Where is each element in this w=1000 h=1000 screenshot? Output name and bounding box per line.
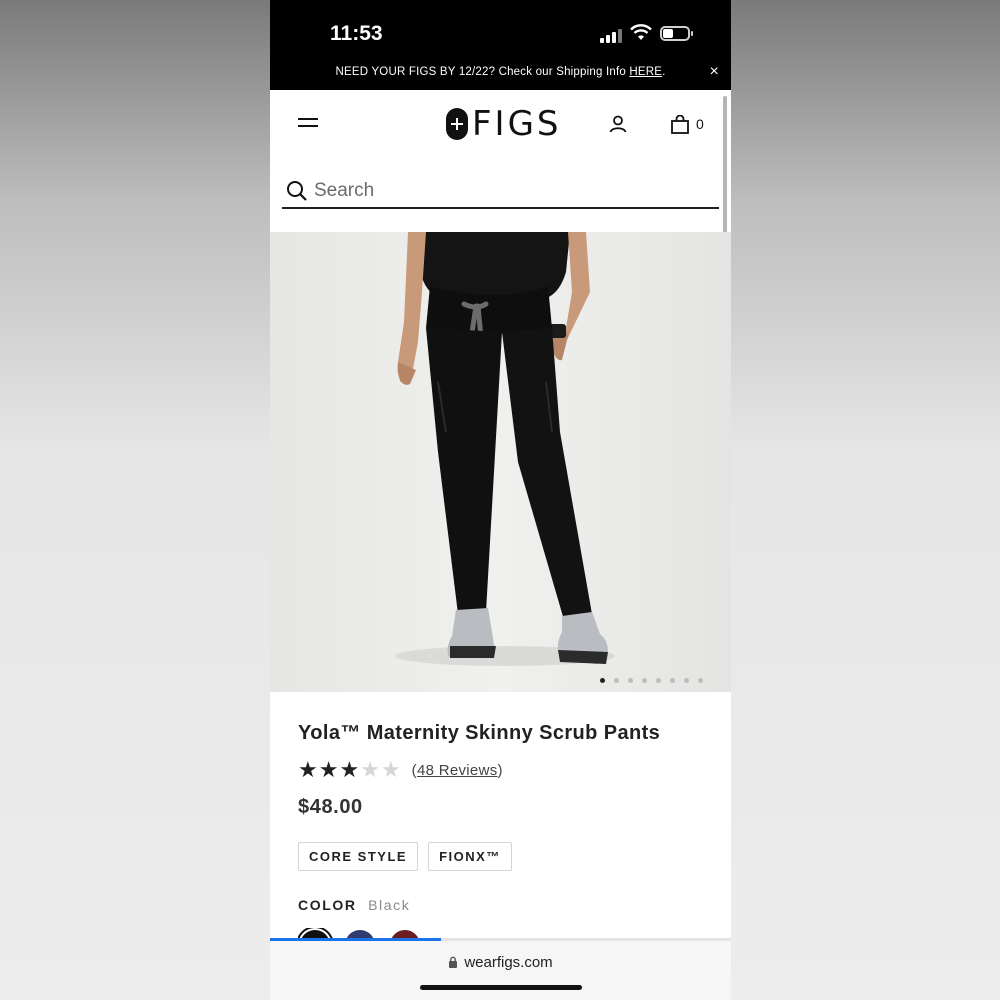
browser-address-bar[interactable]: wearfigs.com <box>270 941 731 1000</box>
search-icon <box>287 181 307 201</box>
carousel-dot[interactable] <box>656 678 661 683</box>
url-display[interactable]: wearfigs.com <box>270 954 731 971</box>
lock-icon <box>449 956 458 968</box>
site-header: FIGS 0 <box>270 90 731 162</box>
carousel-dot[interactable] <box>628 678 633 683</box>
search-input[interactable] <box>314 177 704 205</box>
signal-icon <box>600 27 624 43</box>
hamburger-menu-icon[interactable] <box>298 118 318 132</box>
star-icon: ★ <box>360 757 380 782</box>
carousel-dot[interactable] <box>698 678 703 683</box>
promo-text: NEED YOUR FIGS BY 12/22? Check our Shipp… <box>270 62 731 82</box>
color-selector-label: COLOR Black <box>298 897 410 913</box>
star-icon: ★ <box>339 757 360 782</box>
star-icon: ★ <box>298 757 318 782</box>
tag-core-style[interactable]: CORE STYLE <box>298 842 419 871</box>
search-bar[interactable] <box>282 175 719 209</box>
product-title: Yola™ Maternity Skinny Scrub Pants <box>298 722 661 744</box>
carousel-dots[interactable] <box>600 678 703 683</box>
reviews-count[interactable]: 48 Reviews <box>417 762 498 779</box>
url-text: wearfigs.com <box>464 954 553 971</box>
figs-logo-mark <box>446 108 468 140</box>
reviews-link[interactable]: (48 Reviews) <box>412 762 503 779</box>
home-indicator[interactable] <box>420 985 582 990</box>
carousel-dot[interactable] <box>670 678 675 683</box>
rating-stars: ★ ★ ★ ★ ★ <box>298 758 402 782</box>
carousel-dot[interactable] <box>600 678 605 683</box>
wifi-icon <box>630 24 652 40</box>
color-label: COLOR <box>298 897 357 913</box>
product-rating: ★ ★ ★ ★ ★ (48 Reviews) <box>298 758 503 782</box>
battery-icon <box>660 26 693 41</box>
phone-screen: 11:53 NEED YOUR FIGS BY 12/22? Check our… <box>270 0 731 1000</box>
promo-banner: NEED YOUR FIGS BY 12/22? Check our Shipp… <box>270 62 731 90</box>
product-photo-model <box>270 232 731 692</box>
carousel-dot[interactable] <box>614 678 619 683</box>
status-bar: 11:53 <box>270 0 731 62</box>
star-icon: ★ <box>318 757 339 782</box>
product-image[interactable] <box>270 232 731 692</box>
status-time: 11:53 <box>330 22 383 45</box>
color-value: Black <box>368 897 411 913</box>
carousel-dot[interactable] <box>642 678 647 683</box>
close-icon[interactable]: × <box>709 62 719 82</box>
shipping-info-link[interactable]: HERE <box>629 66 662 78</box>
carousel-dot[interactable] <box>684 678 689 683</box>
logo-text: FIGS <box>472 104 562 144</box>
star-icon: ★ <box>380 757 401 782</box>
promo-tail: . <box>662 66 666 78</box>
tag-fionx[interactable]: FIONX™ <box>428 842 512 871</box>
cart-count: 0 <box>696 116 704 132</box>
promo-message: NEED YOUR FIGS BY 12/22? Check our Shipp… <box>335 66 630 78</box>
shopping-bag-icon[interactable] <box>670 115 690 135</box>
product-price: $48.00 <box>298 796 363 818</box>
product-tags: CORE STYLE FIONX™ <box>298 842 512 871</box>
figs-logo[interactable]: FIGS <box>446 104 562 144</box>
account-icon[interactable] <box>608 114 628 134</box>
